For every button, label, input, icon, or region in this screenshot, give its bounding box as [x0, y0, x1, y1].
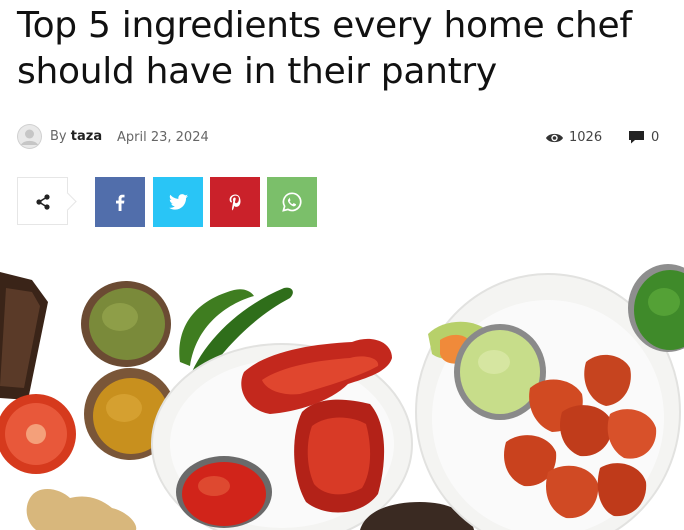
by-label: By — [50, 129, 67, 144]
byline: By taza — [50, 129, 102, 144]
author-avatar[interactable] — [17, 124, 42, 149]
whatsapp-icon — [282, 192, 302, 212]
facebook-share-button[interactable] — [95, 177, 145, 227]
comment-count-value: 0 — [651, 130, 660, 145]
author-link[interactable]: taza — [71, 129, 102, 144]
article-meta: By taza April 23, 2024 1026 0 — [17, 124, 667, 150]
facebook-icon — [116, 194, 125, 211]
comment-icon — [629, 131, 644, 144]
user-icon — [17, 124, 42, 149]
eye-icon — [546, 133, 563, 143]
twitter-icon — [168, 194, 188, 210]
whatsapp-share-button[interactable] — [267, 177, 317, 227]
share-button[interactable] — [17, 177, 77, 225]
pinterest-share-button[interactable] — [210, 177, 260, 227]
share-bar — [17, 177, 337, 227]
twitter-share-button[interactable] — [153, 177, 203, 227]
publish-date: April 23, 2024 — [117, 130, 209, 145]
food-platter-image — [0, 262, 684, 530]
view-count-value: 1026 — [569, 130, 603, 145]
pinterest-icon — [229, 194, 241, 210]
article-title: Top 5 ingredients every home chef should… — [17, 5, 632, 92]
share-icon — [36, 194, 50, 210]
